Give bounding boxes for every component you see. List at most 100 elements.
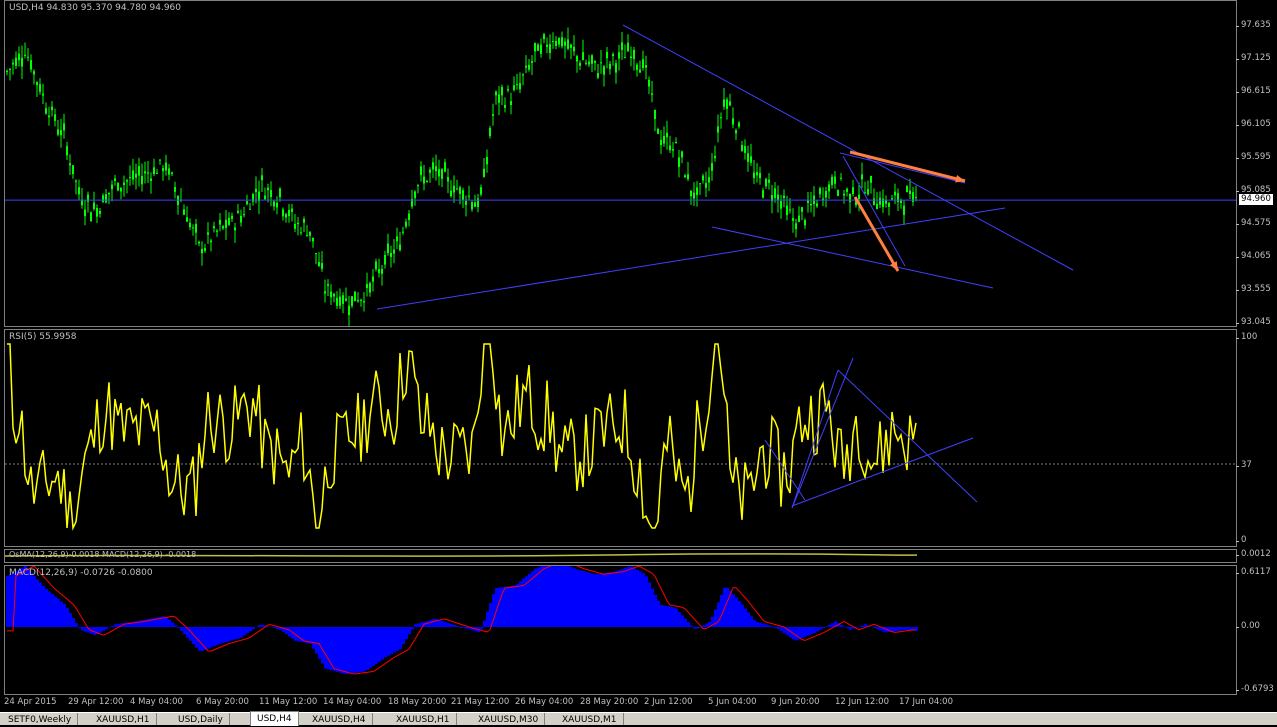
macd-histogram-bar <box>540 566 543 627</box>
candle-body <box>78 187 80 194</box>
candle-body <box>564 41 566 45</box>
macd-histogram-bar <box>588 573 591 627</box>
macd-histogram-bar <box>570 567 573 627</box>
candle-body <box>366 284 368 288</box>
macd-histogram-bar <box>396 627 399 651</box>
macd-histogram-bar <box>813 627 816 633</box>
macd-histogram-bar <box>63 604 66 627</box>
candle-body <box>12 63 14 65</box>
annotation-arrow <box>850 152 965 181</box>
candle-body <box>195 224 197 233</box>
candle-body <box>630 56 632 58</box>
macd-pane[interactable]: MACD(12,26,9) -0.0726 -0.0800 <box>4 565 1237 695</box>
candle-body <box>468 196 470 197</box>
macd-histogram-bar <box>489 603 492 627</box>
candle-body <box>531 61 533 63</box>
macd-histogram-bar <box>339 627 342 673</box>
price-chart-pane[interactable]: USD,H4 94.830 95.370 94.780 94.960 <box>4 0 1237 327</box>
macd-histogram-bar <box>189 627 192 641</box>
candle-body <box>60 130 62 135</box>
macd-histogram-bar <box>519 581 522 627</box>
trend-line <box>712 227 993 288</box>
candle-body <box>828 184 830 191</box>
osma-pane[interactable]: OsMA(12,26,9)-0.0018 MACD(12,26,9) -0.00… <box>4 549 1237 563</box>
macd-histogram-bar <box>756 622 759 627</box>
candle-body <box>873 198 875 204</box>
candle-body <box>144 171 146 173</box>
candle-body <box>858 195 860 199</box>
candle-body <box>750 156 752 162</box>
candle-body <box>804 220 806 225</box>
macd-histogram-bar <box>429 620 432 627</box>
candle-body <box>111 185 113 190</box>
rsi-pane[interactable]: RSI(5) 55.9958 <box>4 329 1237 547</box>
candle-body <box>327 284 329 286</box>
candle-body <box>354 291 356 301</box>
axis-tick: 96.615 <box>1241 86 1271 96</box>
time-axis-label: 2 Jun 12:00 <box>644 697 693 707</box>
candle-body <box>126 180 128 182</box>
candle-body <box>663 136 665 143</box>
candle-body <box>51 107 53 110</box>
macd-histogram-bar <box>573 568 576 627</box>
candle-body <box>471 202 473 209</box>
candle-body <box>669 145 671 150</box>
chart-tab[interactable]: XAUUSD,H1 <box>390 713 457 725</box>
candle-body <box>861 174 863 179</box>
chart-tab[interactable]: SETF0,Weekly <box>2 713 78 725</box>
candle-body <box>381 269 383 274</box>
macd-histogram-bar <box>60 601 63 627</box>
chart-tab[interactable]: USD,Daily <box>172 713 230 725</box>
candle-body <box>246 201 248 204</box>
macd-histogram-bar <box>717 602 720 627</box>
candle-body <box>915 197 917 198</box>
candle-body <box>702 176 704 181</box>
macd-histogram-bar <box>480 627 483 630</box>
candle-body <box>135 174 137 178</box>
candle-body <box>276 203 278 208</box>
macd-histogram-bar <box>555 566 558 627</box>
macd-histogram-bar <box>456 626 459 627</box>
chart-tab[interactable]: XAUUSD,H1 <box>90 713 157 725</box>
macd-histogram-bar <box>51 594 54 627</box>
macd-histogram-bar <box>549 566 552 627</box>
candle-body <box>93 203 95 209</box>
rsi-trend-line <box>838 370 977 502</box>
candle-body <box>309 232 311 236</box>
candle-body <box>870 176 872 183</box>
chart-tab[interactable]: XAUUSD,H4 <box>306 713 373 725</box>
candle-body <box>597 73 599 78</box>
macd-histogram-bar <box>591 573 594 627</box>
macd-histogram-bar <box>801 627 804 638</box>
candle-body <box>465 201 467 205</box>
rsi-canvas <box>5 330 1236 546</box>
chart-tab[interactable]: XAUUSD,M1 <box>556 713 624 725</box>
macd-histogram-bar <box>741 605 744 627</box>
macd-histogram-bar <box>771 626 774 627</box>
candle-body <box>102 195 104 202</box>
candle-body <box>906 186 908 192</box>
candle-body <box>21 58 23 67</box>
candle-body <box>501 87 503 95</box>
candle-body <box>150 178 152 181</box>
macd-histogram-bar <box>681 615 684 627</box>
candle-body <box>222 226 224 228</box>
candle-body <box>567 39 569 48</box>
candle-body <box>429 170 431 173</box>
candle-body <box>432 162 434 169</box>
candle-body <box>513 85 515 90</box>
candle-body <box>141 176 143 184</box>
macd-histogram-bar <box>618 570 621 627</box>
chart-tab[interactable]: XAUUSD,M30 <box>472 713 545 725</box>
candle-body <box>333 294 335 297</box>
candle-body <box>678 157 680 166</box>
candle-body <box>63 123 65 130</box>
candle-body <box>393 250 395 254</box>
macd-histogram-bar <box>633 568 636 627</box>
candle-body <box>594 61 596 63</box>
macd-histogram-bar <box>267 626 270 627</box>
osma-axis-value: 0.0012 <box>1241 549 1271 559</box>
candle-body <box>105 194 107 202</box>
candle-body <box>831 177 833 185</box>
macd-histogram-bar <box>486 612 489 627</box>
